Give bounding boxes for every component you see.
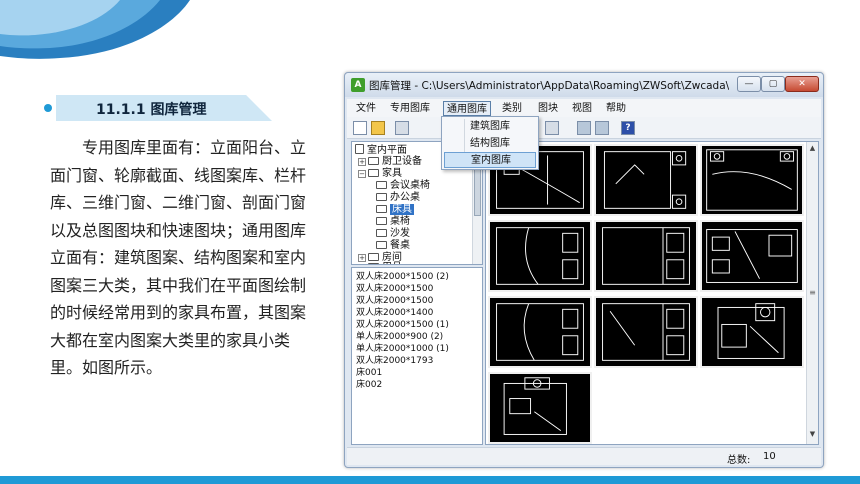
general-library-dropdown: 建筑图库 结构图库 室内图库 (441, 116, 539, 170)
tree-node-desk[interactable]: 办公桌 (376, 192, 420, 204)
list-item[interactable]: 双人床2000*1793 (356, 356, 433, 367)
layout-icon[interactable] (545, 121, 559, 135)
title-bar[interactable]: A 图库管理 - C:\Users\Administrator\AppData\… (345, 73, 823, 97)
status-bar: 总数: 10 (347, 447, 821, 466)
list-item[interactable]: 双人床2000*1400 (356, 308, 433, 319)
scroll-grip-icon: ≡ (809, 288, 816, 297)
section-title-text: 11.1.1 图库管理 (96, 102, 207, 118)
menu-file[interactable]: 文件 (353, 101, 379, 116)
dropdown-item-structure[interactable]: 结构图库 (444, 136, 536, 152)
list-item[interactable]: 双人床2000*1500 (2) (356, 272, 449, 283)
bed-thumbnail[interactable] (488, 220, 592, 292)
scroll-down-icon[interactable]: ▼ (808, 430, 817, 440)
menu-bar: 文件 专用图库 通用图库 类别 图块 视图 帮助 (347, 99, 821, 117)
bed-thumbnail[interactable] (594, 296, 698, 368)
new-icon[interactable] (353, 121, 367, 135)
header-wave-decoration (0, 0, 190, 59)
list-item[interactable]: 单人床2000*1000 (1) (356, 344, 449, 355)
bed-thumbnail[interactable] (700, 296, 804, 368)
maximize-button[interactable]: ▢ (761, 76, 785, 92)
list-item[interactable]: 单人床2000*900 (2) (356, 332, 443, 343)
list-item[interactable]: 床002 (356, 380, 382, 391)
bed-thumbnail[interactable] (594, 220, 698, 292)
minimize-button[interactable]: — (737, 76, 761, 92)
tree-node-supplies[interactable]: +用品 (358, 262, 402, 264)
list-item[interactable]: 双人床2000*1500 (356, 284, 433, 295)
export-icon[interactable] (595, 121, 609, 135)
bullet-dot-icon (44, 104, 52, 112)
toolbar: ? (347, 117, 821, 139)
bed-thumbnail[interactable] (488, 372, 592, 444)
tree-node-dining[interactable]: 餐桌 (376, 240, 410, 252)
footer-bar (0, 476, 860, 484)
tree-node-sofa[interactable]: 沙发 (376, 228, 410, 240)
tree-node-table-chair[interactable]: 桌椅 (376, 216, 410, 228)
dropdown-item-architecture[interactable]: 建筑图库 (444, 119, 536, 135)
total-count: 10 (763, 451, 776, 462)
tree-node-bed[interactable]: 床具 (376, 204, 414, 216)
bed-thumbnail[interactable] (488, 296, 592, 368)
list-item[interactable]: 双人床2000*1500 (1) (356, 320, 449, 331)
total-label: 总数: (727, 455, 751, 466)
dropdown-item-interior[interactable]: 室内图库 (444, 152, 536, 168)
app-icon: A (351, 78, 365, 92)
menu-view[interactable]: 视图 (569, 101, 595, 116)
window-title: 图库管理 - C:\Users\Administrator\AppData\Ro… (369, 80, 729, 92)
library-manager-window: A 图库管理 - C:\Users\Administrator\AppData\… (344, 72, 824, 468)
tree-node-furniture[interactable]: − 家具 (358, 168, 402, 180)
close-button[interactable]: ✕ (785, 76, 819, 92)
list-item[interactable]: 床001 (356, 368, 382, 379)
menu-help[interactable]: 帮助 (603, 101, 629, 116)
menu-category[interactable]: 类别 (499, 101, 525, 116)
menu-special-library[interactable]: 专用图库 (387, 101, 433, 116)
insert-icon[interactable] (577, 121, 591, 135)
block-list: 双人床2000*1500 (2) 双人床2000*1500 双人床2000*15… (351, 267, 483, 445)
menu-block[interactable]: 图块 (535, 101, 561, 116)
open-folder-icon[interactable] (371, 121, 385, 135)
body-paragraph: 专用图库里面有：立面阳台、立面门窗、轮廓截面、线图案库、栏杆库、三维门窗、二维门… (50, 138, 307, 377)
preview-grid: ▲ ≡ ▼ (485, 141, 819, 445)
tree-node-meeting[interactable]: 会议桌椅 (376, 180, 430, 192)
bed-thumbnail[interactable] (594, 144, 698, 216)
list-item[interactable]: 双人床2000*1500 (356, 296, 433, 307)
bed-thumbnail[interactable] (700, 144, 804, 216)
tree-node-kitchen[interactable]: + 厨卫设备 (358, 156, 422, 168)
section-title: 11.1.1 图库管理 (44, 95, 272, 121)
bed-thumbnail[interactable] (700, 220, 804, 292)
scroll-up-icon[interactable]: ▲ (808, 144, 817, 154)
grid-scrollbar[interactable]: ▲ ≡ ▼ (806, 142, 818, 444)
block-icon[interactable] (395, 121, 409, 135)
help-icon[interactable]: ? (621, 121, 635, 135)
menu-general-library[interactable]: 通用图库 (443, 101, 491, 116)
